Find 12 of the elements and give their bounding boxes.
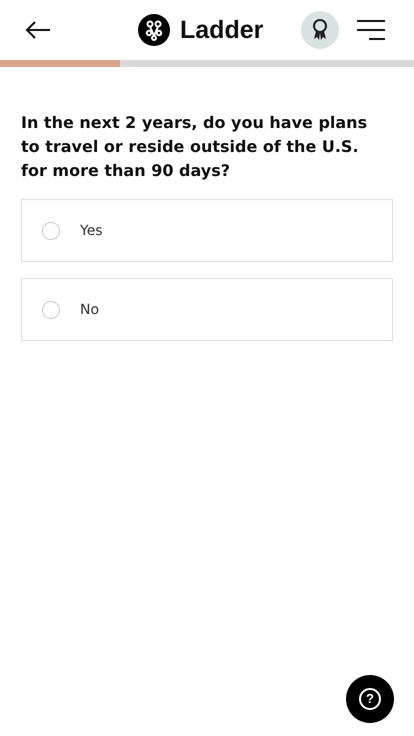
back-arrow-icon (24, 20, 52, 40)
menu-icon (357, 19, 386, 41)
rewards-button[interactable] (301, 11, 340, 49)
menu-button[interactable] (357, 19, 386, 41)
answer-option[interactable]: Yes (21, 199, 393, 262)
radio-icon (42, 300, 60, 318)
help-button[interactable]: ? (346, 675, 394, 723)
radio-icon (42, 222, 60, 240)
question-text: In the next 2 years, do you have plans to travel or reside outside of the U.S. for more than 90 days? (21, 112, 368, 182)
answer-option[interactable]: No (21, 278, 393, 341)
brand-name: Ladder (180, 16, 264, 44)
logo-icon (138, 14, 170, 46)
